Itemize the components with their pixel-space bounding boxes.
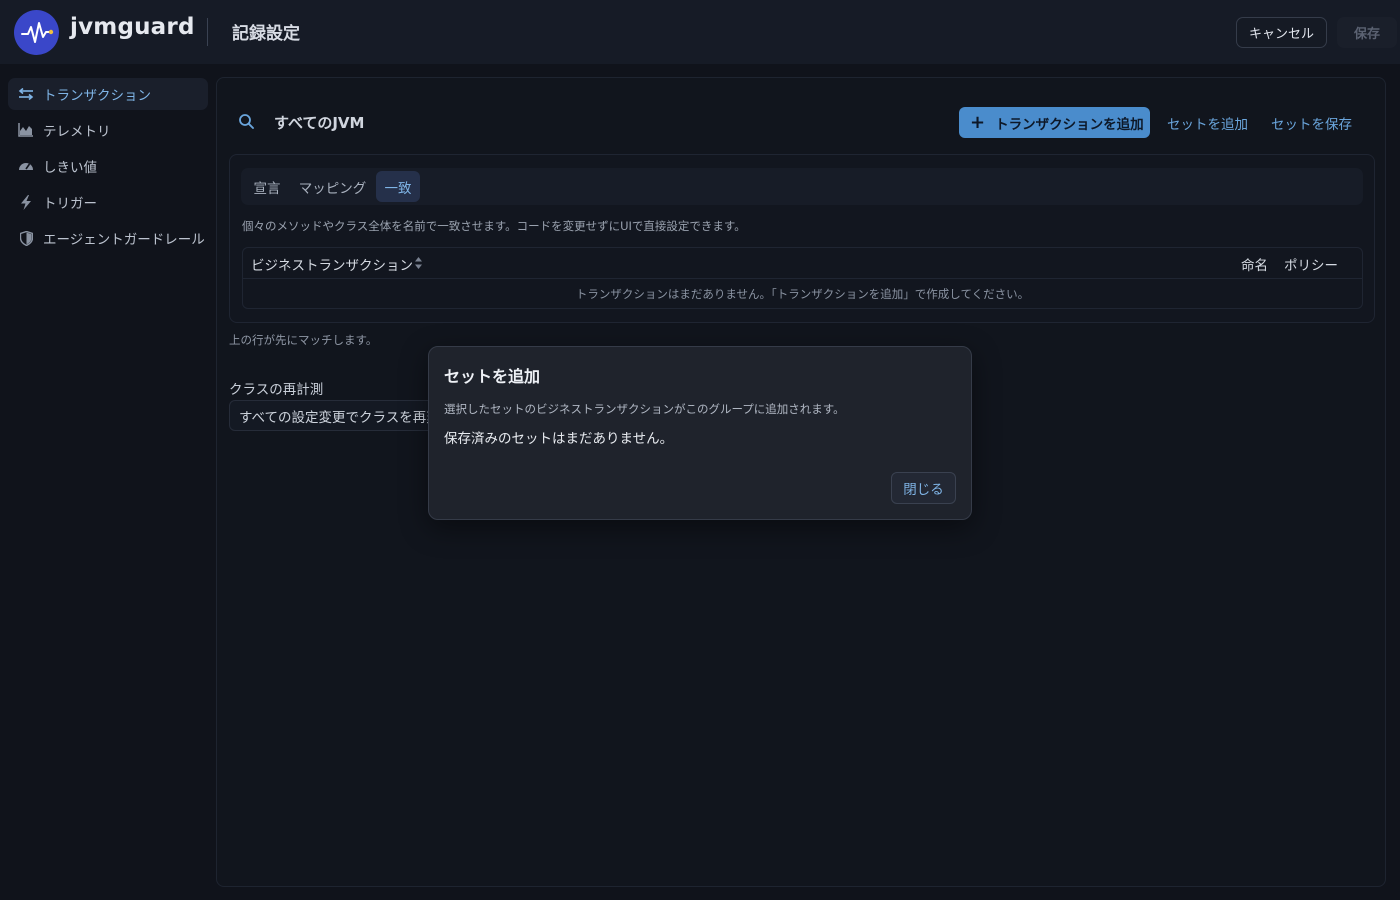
sidebar-item-agent-guardrails[interactable]: エージェントガードレール: [8, 222, 208, 254]
header-divider: [207, 18, 208, 46]
dialog-empty-message: 保存済みのセットはまだありません。: [444, 431, 674, 447]
sidebar-item-thresholds[interactable]: しきい値: [8, 150, 208, 182]
transactions-icon: [18, 86, 34, 102]
close-button[interactable]: 閉じる: [891, 472, 956, 504]
save-button[interactable]: 保存: [1337, 17, 1397, 48]
sidebar-item-label: テレメトリ: [43, 124, 111, 140]
page-title: 記録設定: [232, 24, 300, 44]
brand-name: jvmguard: [70, 14, 195, 40]
reinstrument-label: クラスの再計測: [229, 382, 324, 398]
column-header-naming: 命名: [1241, 258, 1268, 274]
shield-icon: [18, 230, 34, 246]
add-transaction-button[interactable]: + トランザクションを追加: [959, 107, 1150, 138]
sidebar-item-telemetry[interactable]: テレメトリ: [8, 114, 208, 146]
reinstrument-value: すべての設定変更でクラスを再変: [239, 409, 440, 426]
table-divider: [243, 278, 1362, 279]
match-order-hint: 上の行が先にマッチします。: [229, 333, 378, 347]
add-set-button[interactable]: セットを追加: [1167, 113, 1248, 133]
tab-declaration[interactable]: 宣言: [245, 171, 289, 202]
search-icon[interactable]: [238, 113, 255, 134]
match-description: 個々のメソッドやクラス全体を名前で一致させます。コードを変更せずにUIで直接設定…: [242, 219, 746, 233]
tab-match[interactable]: 一致: [376, 171, 420, 202]
column-header-business-transaction[interactable]: ビジネストランザクション: [251, 254, 413, 274]
gauge-icon: [18, 158, 34, 174]
lightning-icon: [18, 194, 34, 210]
sidebar-item-transactions[interactable]: トランザクション: [8, 78, 208, 110]
dialog-title: セットを追加: [444, 367, 541, 386]
sidebar-item-label: しきい値: [43, 160, 97, 176]
sidebar-item-label: トランザクション: [43, 88, 151, 104]
sidebar-item-label: エージェントガードレール: [43, 232, 205, 248]
chart-icon: [18, 122, 34, 138]
column-header-policy: ポリシー: [1284, 258, 1338, 274]
sort-icon[interactable]: [414, 255, 423, 274]
tab-mapping[interactable]: マッピング: [293, 171, 372, 202]
jvm-scope-selector[interactable]: すべてのJVM: [274, 112, 364, 133]
sidebar: トランザクション テレメトリ しきい値 トリガー エージェントガードレール: [0, 64, 216, 900]
save-set-button[interactable]: セットを保存: [1271, 113, 1352, 133]
app-header: jvmguard 記録設定 キャンセル 保存: [0, 0, 1400, 64]
plus-icon: +: [970, 111, 986, 133]
logo-icon: [14, 10, 59, 55]
sidebar-item-label: トリガー: [43, 196, 97, 212]
sidebar-item-triggers[interactable]: トリガー: [8, 186, 208, 218]
add-transaction-label: トランザクションを追加: [995, 116, 1144, 133]
cancel-button[interactable]: キャンセル: [1236, 17, 1327, 48]
table-empty-message: トランザクションはまだありません。「トランザクションを追加」で作成してください。: [575, 287, 1030, 301]
dialog-description: 選択したセットのビジネストランザクションがこのグループに追加されます。: [444, 402, 845, 416]
